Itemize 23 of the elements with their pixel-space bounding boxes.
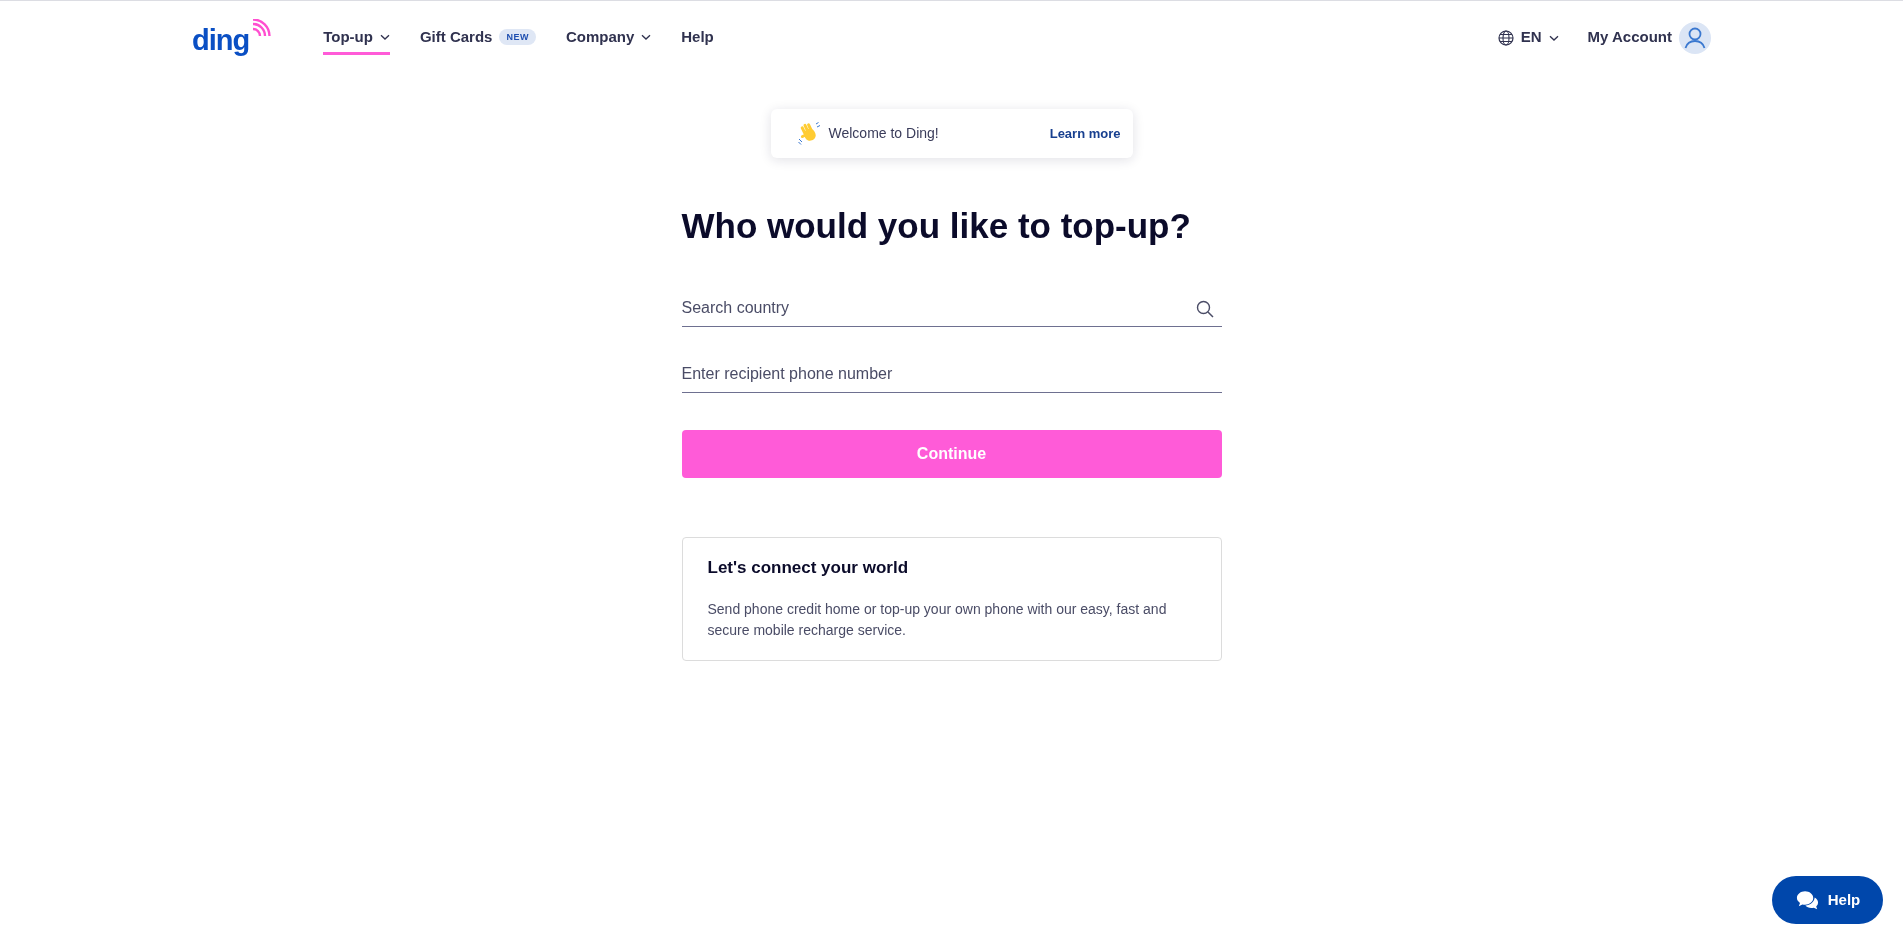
nav-tab[interactable]: Company <box>565 20 652 55</box>
language-selector[interactable]: EN <box>1497 26 1559 49</box>
chat-bubbles-icon <box>1794 889 1819 911</box>
caret-icon <box>1548 34 1559 41</box>
globe-icon <box>1497 29 1514 46</box>
signal-arcs-icon <box>250 18 272 37</box>
phone-field[interactable]: Enter recipient phone number <box>681 355 1222 393</box>
help-chat-button[interactable]: Help <box>1772 876 1883 924</box>
nav-tab[interactable]: Top-up <box>323 20 390 55</box>
page-heading: Who would you like to top-up? <box>681 205 1192 247</box>
card-text: Send phone credit home or top-up your own phone with our easy, fast and secure mobile recharge service. <box>707 600 1168 640</box>
nav-tab[interactable]: Gift Cards NEW <box>419 20 536 55</box>
account-link[interactable]: My Account <box>1587 21 1711 54</box>
search-icon <box>1195 300 1214 318</box>
learn-more-link[interactable]: Learn more <box>1049 123 1121 144</box>
waving-hand-icon <box>797 122 820 145</box>
card-title: Let's connect your world <box>707 558 909 578</box>
user-avatar-icon <box>1679 21 1711 54</box>
new-tag: NEW <box>499 29 536 45</box>
logo-link[interactable]: ding <box>192 18 272 57</box>
search-field[interactable]: Search country <box>681 289 1222 327</box>
nav-tab[interactable]: Help <box>681 20 714 55</box>
welcome-text: Welcome to Ding! <box>828 124 939 143</box>
